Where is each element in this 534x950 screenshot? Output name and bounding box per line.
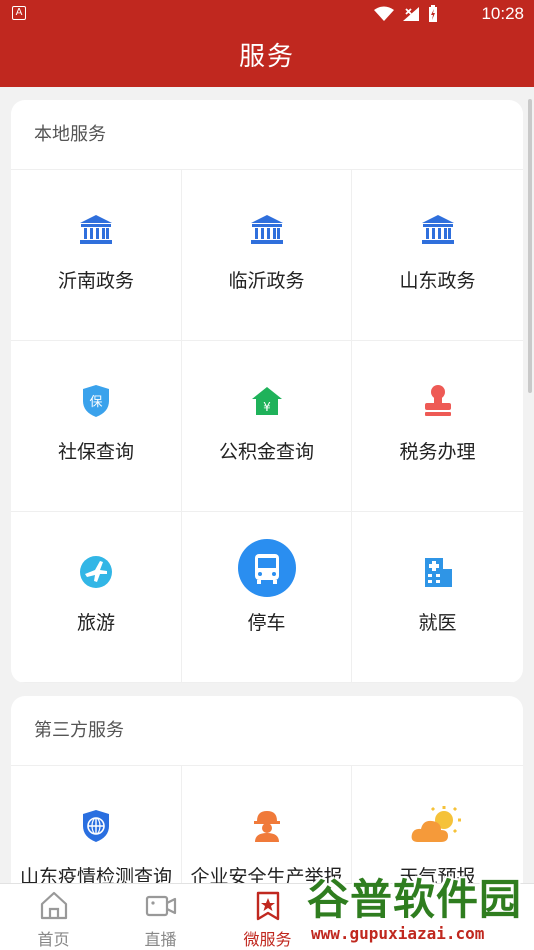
app-notification-icon: A (12, 6, 26, 20)
scrollbar[interactable] (528, 99, 532, 393)
tab-live[interactable]: 直播 (107, 884, 214, 950)
epidemic-shield-globe-icon (78, 808, 114, 844)
travel-airplane-globe-icon (78, 554, 114, 590)
local-services-grid: 沂南政务 临沂政务 山东政务 保 社保查询 ¥ 公积金查询 税务办理 旅游 停车… (11, 170, 523, 683)
bus-icon (237, 539, 296, 597)
svg-text:¥: ¥ (263, 400, 271, 414)
service-label: 山东疫情检测查询 (19, 866, 172, 883)
no-signal-icon (403, 7, 419, 21)
service-bookmark-star-icon (256, 891, 279, 921)
service-label: 公积金查询 (218, 441, 314, 463)
tax-stamp-icon (420, 383, 456, 419)
tab-home[interactable]: 首页 (0, 884, 107, 950)
watermark-url: www.gupuxiazai.com (311, 924, 485, 943)
service-item-medical[interactable]: 就医 (352, 512, 523, 683)
service-item-linyi-gov[interactable]: 临沂政务 (182, 170, 352, 341)
section-title: 第三方服务 (11, 696, 523, 766)
service-label: 沂南政务 (57, 270, 134, 292)
government-building-icon (78, 212, 114, 248)
housing-fund-house-icon: ¥ (249, 383, 285, 419)
service-label: 社保查询 (57, 441, 134, 463)
status-bar: A 10:28 (0, 0, 534, 28)
service-label: 临沂政务 (228, 270, 305, 292)
tab-label: 直播 (144, 930, 177, 949)
service-item-shandong-gov[interactable]: 山东政务 (352, 170, 523, 341)
service-item-epidemic-test[interactable]: 山东疫情检测查询 (11, 766, 182, 883)
government-building-icon (249, 212, 285, 248)
service-item-yinan-gov[interactable]: 沂南政务 (11, 170, 182, 341)
page-title: 服务 (238, 42, 295, 72)
weather-sun-cloud-icon (410, 806, 466, 844)
hospital-building-icon (420, 554, 456, 590)
worker-helmet-icon (249, 808, 285, 844)
service-label: 停车 (247, 612, 286, 634)
service-item-housing-fund[interactable]: ¥ 公积金查询 (182, 341, 352, 512)
service-item-parking[interactable]: 停车 (182, 512, 352, 683)
service-item-social-security[interactable]: 保 社保查询 (11, 341, 182, 512)
status-icons (374, 5, 438, 23)
video-camera-icon (145, 895, 176, 917)
service-label: 山东政务 (399, 270, 476, 292)
social-security-shield-icon: 保 (78, 383, 114, 419)
service-label: 就医 (418, 612, 457, 634)
svg-text:保: 保 (89, 395, 102, 410)
wifi-icon (374, 6, 394, 21)
local-services-card: 本地服务 沂南政务 临沂政务 山东政务 保 社保查询 ¥ 公积金查询 税务办理 … (11, 100, 523, 683)
clock: 10:28 (481, 4, 524, 23)
section-title: 本地服务 (11, 100, 523, 170)
title-bar: 服务 (0, 28, 534, 87)
home-icon (40, 891, 67, 920)
service-label: 旅游 (76, 612, 115, 634)
service-item-travel[interactable]: 旅游 (11, 512, 182, 683)
watermark-text: 谷普软件园 (307, 875, 523, 924)
battery-charging-icon (429, 5, 437, 22)
third-party-services-card: 第三方服务 山东疫情检测查询 企业安全生产举报 天气预报 (11, 696, 523, 883)
service-label: 税务办理 (399, 441, 476, 463)
service-item-tax[interactable]: 税务办理 (352, 341, 523, 512)
government-building-icon (420, 212, 456, 248)
site-watermark: 谷普软件园 www.gupuxiazai.com (303, 864, 534, 950)
tab-label: 首页 (37, 930, 70, 949)
services-content[interactable]: 本地服务 沂南政务 临沂政务 山东政务 保 社保查询 ¥ 公积金查询 税务办理 … (0, 87, 534, 883)
